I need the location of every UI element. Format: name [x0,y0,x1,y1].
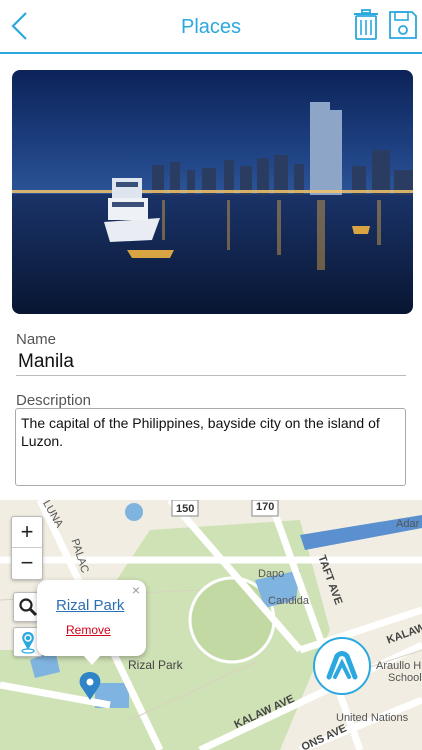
floppy-disk-icon [389,11,417,39]
metro-app-button[interactable] [313,637,371,695]
zoom-out-button[interactable]: − [12,548,42,578]
place-label-school: School [388,672,422,684]
description-textarea[interactable]: The capital of the Philippines, bayside … [15,408,406,486]
trash-icon [354,9,378,40]
top-bar: Places [0,0,422,54]
place-label-united-nations: United Nations [336,712,409,724]
place-label-adar: Adar [396,518,420,530]
street-label-candida: Candida [268,595,309,607]
metro-logo-icon [326,651,358,680]
map-popup: × Rizal Park Remove [37,580,146,665]
name-label: Name [16,331,57,348]
place-label-rizal-park: Rizal Park [128,658,183,672]
delete-button[interactable] [352,9,380,41]
name-input[interactable] [16,348,406,376]
map-view[interactable]: 150 170 LUNA PALAC Dapo Candida TAFT AVE… [0,500,422,750]
zoom-control: + − [11,516,43,580]
save-button[interactable] [388,10,418,40]
description-label: Description [16,392,92,409]
place-photo [12,70,413,314]
street-label-dapo: Dapo [258,568,285,580]
place-label-araullo: Araullo H [376,660,422,672]
popup-remove-link[interactable]: Remove [66,623,111,637]
route-shield-170: 170 [256,501,275,513]
popup-close-button[interactable]: × [132,582,140,598]
zoom-in-button[interactable]: + [12,517,42,548]
popup-place-link[interactable]: Rizal Park [56,597,124,614]
route-shield-150: 150 [176,503,195,515]
